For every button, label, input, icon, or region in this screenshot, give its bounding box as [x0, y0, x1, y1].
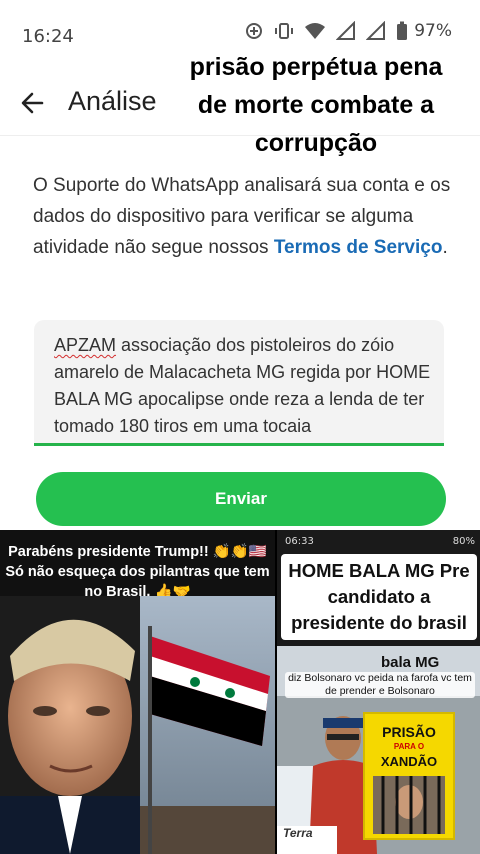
trump-flag-photo [0, 596, 275, 854]
trump-caption: Parabéns presidente Trump!! 👏👏🇺🇸 Só não … [0, 542, 275, 602]
misspelled-word: APZAM [54, 335, 117, 355]
overlay-caption: prisão perpétua pena de morte combate a … [189, 53, 443, 157]
send-button[interactable]: Enviar [36, 472, 446, 526]
sign-line3: XANDÃO [380, 754, 438, 769]
mini-status-bar: 06:33 80% [285, 536, 475, 547]
terms-link[interactable]: Termos de Serviço [274, 237, 443, 258]
data-saver-icon [246, 23, 263, 39]
status-icons: 97% [244, 21, 452, 41]
signal2-icon [366, 21, 386, 40]
candidate-caption: HOME BALA MG Pre candidato a presidente … [281, 554, 477, 640]
jail-bars-icon [373, 776, 445, 834]
back-button[interactable] [18, 88, 48, 118]
battery-percent: 97% [414, 21, 452, 41]
bala-label: bala MG [381, 654, 440, 671]
trump-caption-line2: Só não esqueça dos pilantras que tem [5, 564, 270, 580]
review-textarea[interactable]: APZAM associação dos pistoleiros do zóio… [34, 320, 444, 446]
intro-end: . [442, 237, 448, 258]
bala-meme-panel: 06:33 80% HOME BALA MG Pre candidato a p… [277, 530, 480, 854]
back-arrow-icon [21, 92, 44, 114]
intro-text: O Suporte do WhatsApp analisará sua cont… [33, 170, 453, 263]
image-collage: Parabéns presidente Trump!! 👏👏🇺🇸 Só não … [0, 530, 480, 854]
bus-brand-text: Terra [283, 826, 313, 840]
signal-icon [336, 21, 356, 40]
wifi-icon [305, 23, 326, 39]
whatsapp-review-screen: 16:24 97% Análise prisão perpétua pena d… [0, 0, 480, 530]
vibrate-icon [275, 23, 294, 39]
trump-caption-line1: Parabéns presidente Trump!! 👏👏🇺🇸 [8, 544, 267, 560]
protest-sign: PRISÃO PARA O XANDÃO [363, 712, 455, 840]
bolsonaro-caption: diz Bolsonaro vc peida na farofa vc tem … [285, 672, 475, 698]
trump-meme-panel: Parabéns presidente Trump!! 👏👏🇺🇸 Só não … [0, 530, 275, 854]
status-time: 16:24 [22, 26, 74, 47]
textarea-value: APZAM associação dos pistoleiros do zóio… [54, 332, 434, 440]
battery-icon [397, 21, 408, 40]
mini-battery: 80% [452, 536, 475, 547]
page-title: Análise [68, 86, 157, 116]
sign-line2: PARA O [393, 742, 425, 751]
mini-time: 06:33 [285, 536, 314, 547]
sign-line1: PRISÃO [382, 724, 436, 740]
